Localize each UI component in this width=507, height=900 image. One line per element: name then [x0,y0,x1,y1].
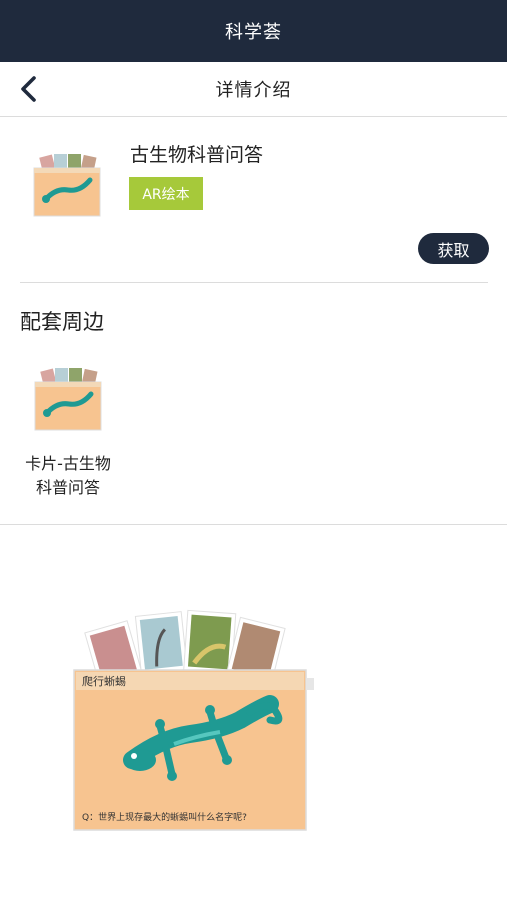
product-name: 古生物科普问答 [130,144,264,166]
section-title: 配套周边 [20,310,104,334]
peripheral-thumbnail [34,368,102,431]
app-header: 科学荟 [0,0,507,62]
get-button[interactable]: 获取 [418,233,489,264]
product-type-badge: AR绘本 [129,177,203,210]
chevron-left-icon [21,76,36,102]
app-title: 科学荟 [225,22,282,43]
peripheral-item[interactable]: 卡片-古生物科普问答 [18,360,114,505]
product-thumbnail[interactable] [32,154,102,218]
fan-card-2 [134,611,188,675]
card-question: Q：世界上现存最大的蜥蜴叫什么名字呢? [82,813,247,823]
back-button[interactable] [14,74,44,104]
product-card: 古生物科普问答 AR绘本 获取 [0,118,507,284]
page-title: 详情介绍 [215,80,292,101]
peripheral-item-label: 卡片-古生物科普问答 [25,454,111,497]
divider [0,524,507,525]
nav-bar: 详情介绍 [0,62,507,117]
fan-card-3 [183,609,237,675]
card-preview-image [73,609,314,831]
divider [20,282,488,283]
card-title: 爬行蜥蜴 [82,675,126,688]
